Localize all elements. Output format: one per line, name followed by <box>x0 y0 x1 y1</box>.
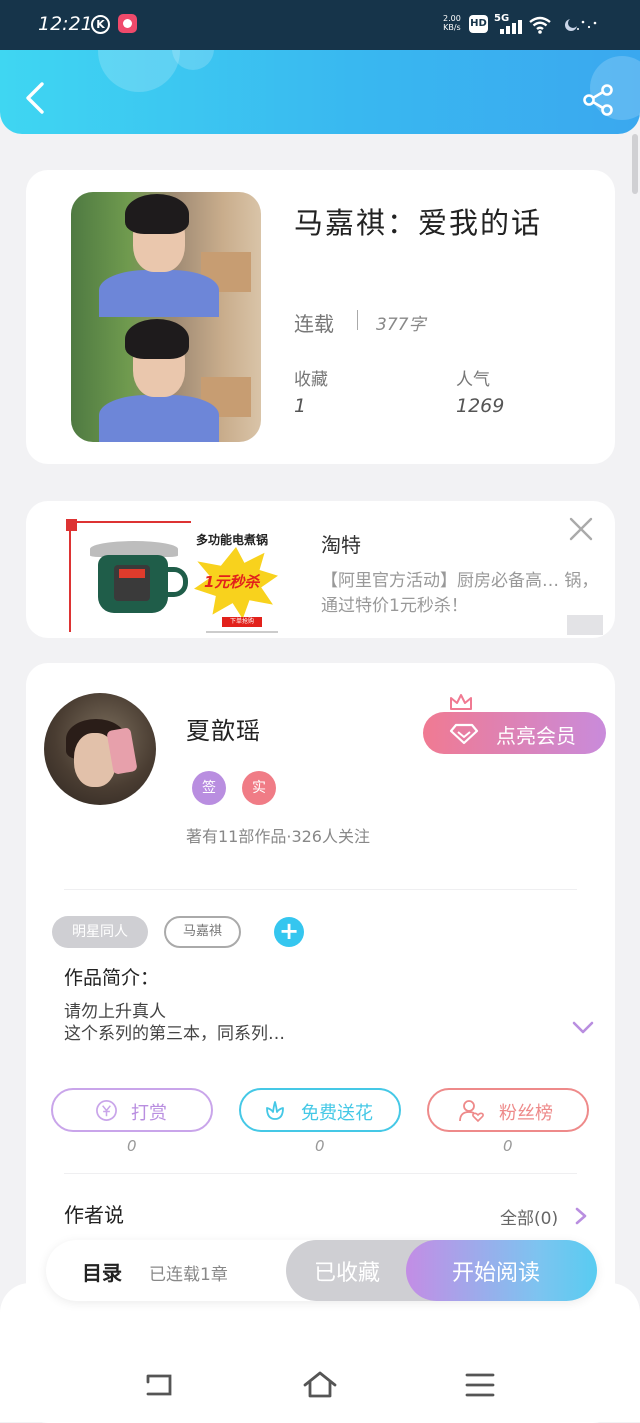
add-tag-button[interactable]: + <box>274 917 304 947</box>
ad-promo-button[interactable]: 下单抢购 <box>222 617 262 627</box>
network-speed: 2.00 KB/s <box>443 14 461 32</box>
fan-ranking-label: 粉丝榜 <box>499 1103 553 1124</box>
diamond-icon <box>449 723 479 745</box>
author-meta: 著有11部作品·326人关注 <box>186 827 370 846</box>
expand-chevron-icon[interactable] <box>570 1019 596 1037</box>
ad-banner[interactable]: 多功能电煮锅 1元秒杀 下单抢购 淘特 【阿里官方活动】厨房必备高… 锅，通过特… <box>26 501 615 638</box>
ad-promo-text: 1元秒杀 <box>204 573 260 591</box>
divider <box>64 889 577 890</box>
ad-corner-icon <box>567 615 603 635</box>
signed-badge: 签 <box>192 771 226 805</box>
toc-status[interactable]: 已连载1章 <box>149 1260 228 1285</box>
book-status: 连载 <box>294 312 334 336</box>
author-name[interactable]: 夏歆瑶 <box>186 711 261 746</box>
start-reading-label: 开始阅读 <box>452 1261 541 1286</box>
book-title: 马嘉祺：爱我的话 <box>294 206 543 240</box>
ad-product-headline: 多功能电煮锅 <box>196 533 269 547</box>
reward-button[interactable]: 打赏 <box>51 1088 213 1132</box>
popularity-label: 人气 <box>456 370 490 390</box>
ad-tag-icon <box>66 519 77 531</box>
wifi-icon <box>529 16 551 34</box>
close-icon[interactable] <box>567 515 595 543</box>
intro-line: 请勿上升真人 <box>64 1002 166 1022</box>
intro-label: 作品简介： <box>64 967 160 989</box>
nav-home-icon[interactable] <box>302 1370 338 1400</box>
reward-label: 打赏 <box>131 1103 167 1124</box>
ad-image[interactable]: 多功能电煮锅 1元秒杀 下单抢购 <box>66 519 318 633</box>
vip-button-label: 点亮会员 <box>496 724 576 748</box>
share-button[interactable] <box>580 82 616 118</box>
decor-bubble <box>172 50 214 70</box>
bottom-action-bar: 目录 已连载1章 已收藏 开始阅读 <box>46 1240 597 1301</box>
verified-badge: 实 <box>242 771 276 805</box>
status-time: 12:21 <box>38 13 93 35</box>
crown-icon <box>450 694 472 710</box>
vip-button[interactable]: 点亮会员 <box>423 694 606 754</box>
k-app-icon: K <box>91 15 110 34</box>
favorites-value: 1 <box>294 395 307 417</box>
hd-icon: HD <box>469 15 488 33</box>
ad-description: 【阿里官方活动】厨房必备高… 锅，通过特价1元秒杀！ <box>321 571 599 616</box>
nav-back-icon[interactable] <box>142 1370 178 1400</box>
book-tag[interactable]: 马嘉祺 <box>164 916 241 948</box>
chevron-right-icon[interactable] <box>574 1206 588 1226</box>
divider <box>357 310 358 330</box>
signal-bars-icon <box>498 18 522 34</box>
flower-icon <box>266 1101 284 1120</box>
user-heart-icon <box>459 1100 484 1123</box>
author-says-label: 作者说 <box>64 1203 124 1227</box>
fan-ranking-button[interactable]: 粉丝榜 <box>427 1088 589 1132</box>
reward-count: 0 <box>127 1137 137 1155</box>
send-flower-label: 免费送花 <box>301 1103 373 1124</box>
scrollbar[interactable] <box>632 134 638 194</box>
intro-text[interactable]: 请勿上升真人 这个系列的第三本，同系列… <box>64 1001 484 1045</box>
battery-icon <box>565 18 597 31</box>
flower-count: 0 <box>315 1137 325 1155</box>
author-says-all-link[interactable]: 全部(0) <box>500 1204 558 1229</box>
start-reading-button[interactable]: 开始阅读 <box>406 1240 597 1301</box>
book-info-card: 马嘉祺：爱我的话 连载 377字 收藏 1 人气 1269 <box>26 170 615 464</box>
send-flower-button[interactable]: 免费送花 <box>239 1088 401 1132</box>
back-button[interactable] <box>20 80 50 116</box>
intro-line: 这个系列的第三本，同系列… <box>64 1024 285 1044</box>
word-count: 377字 <box>376 315 426 335</box>
cooker-handle <box>166 567 188 597</box>
collected-label: 已收藏 <box>314 1261 381 1286</box>
system-nav-bar <box>0 1283 640 1422</box>
category-tag[interactable]: 明星同人 <box>52 916 148 948</box>
book-cover[interactable] <box>71 192 261 442</box>
author-avatar[interactable] <box>44 693 156 805</box>
ad-brand: 淘特 <box>321 533 361 557</box>
cooker-display <box>119 569 145 578</box>
divider <box>64 1173 577 1174</box>
cover-photo-top <box>71 192 261 320</box>
toc-button[interactable]: 目录 <box>82 1257 122 1286</box>
ad-fine-print <box>206 631 278 633</box>
favorites-label: 收藏 <box>294 370 328 390</box>
yen-coin-icon <box>96 1100 117 1121</box>
status-bar: 12:21 K 2.00 KB/s HD 5G <box>0 0 640 50</box>
fan-count: 0 <box>503 1137 513 1155</box>
app-notification-icon <box>118 14 137 33</box>
nav-menu-icon[interactable] <box>462 1370 498 1400</box>
cover-photo-bottom <box>71 317 261 442</box>
top-header <box>0 50 640 134</box>
popularity-value: 1269 <box>456 395 505 417</box>
decor-bubble <box>98 50 180 92</box>
